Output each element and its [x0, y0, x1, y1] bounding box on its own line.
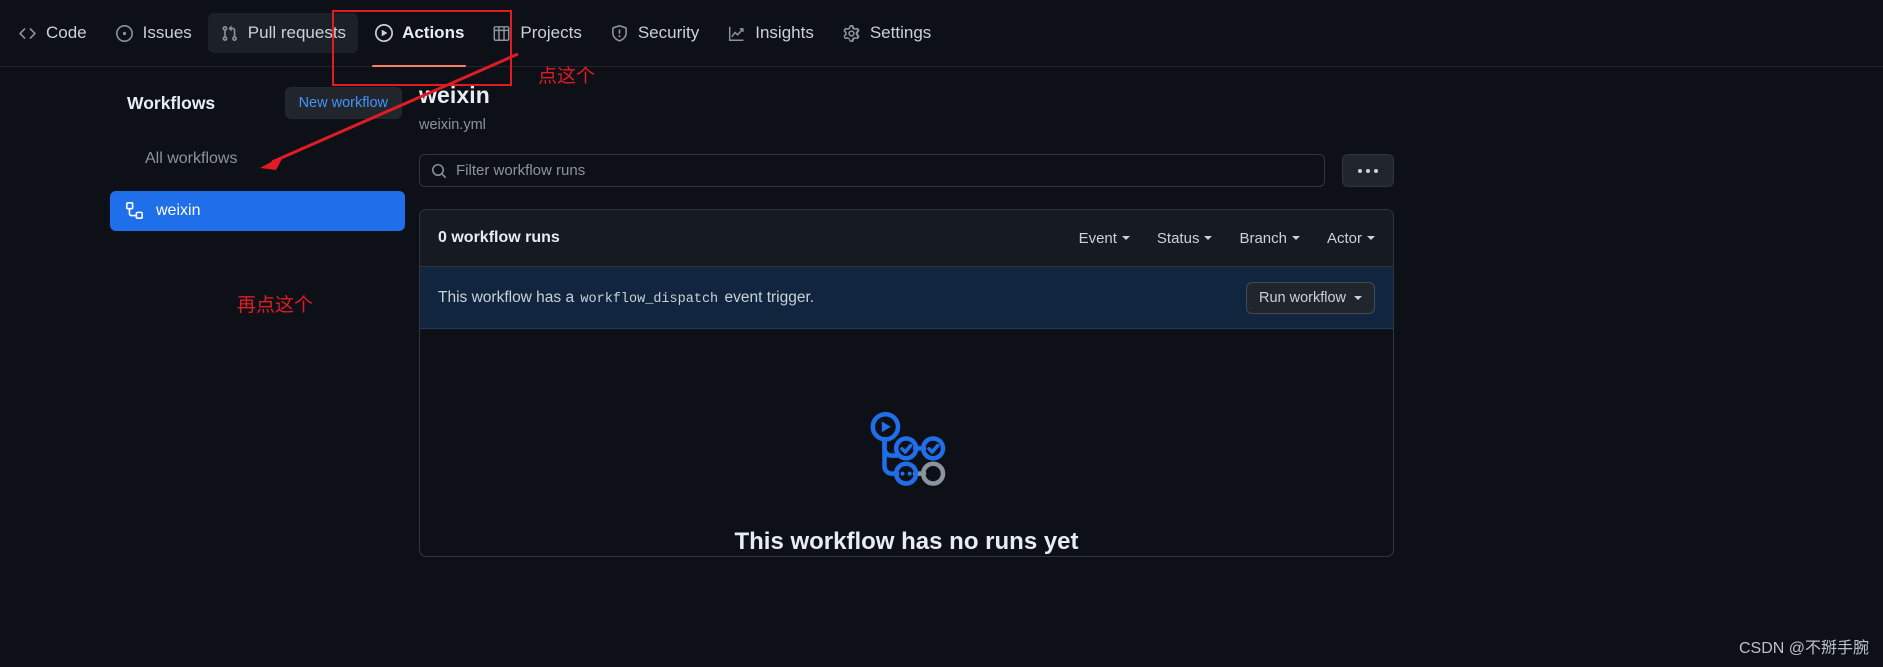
sidebar-item-all-workflows[interactable]: All workflows — [110, 140, 405, 177]
kebab-dot — [1358, 168, 1362, 173]
filter-workflow-runs-box[interactable] — [419, 154, 1325, 187]
new-workflow-button[interactable]: New workflow — [284, 87, 402, 119]
nav-label-issues: Issues — [142, 23, 192, 42]
filter-branch-label: Branch — [1239, 229, 1287, 247]
sidebar-item-label-weixin: weixin — [156, 202, 201, 219]
nav-label-settings: Settings — [869, 23, 932, 42]
sidebar-header: Workflows New workflow — [110, 82, 405, 124]
filter-event[interactable]: Event — [1079, 230, 1130, 247]
search-input[interactable] — [456, 162, 1313, 179]
annotation-note-bottom: 再点这个 — [237, 295, 314, 316]
issue-icon — [115, 24, 134, 43]
dispatch-prefix: This workflow has a — [438, 288, 575, 306]
sidebar-title: Workflows — [127, 92, 216, 113]
repo-nav: Code Issues Pull requests Actions Projec — [0, 0, 1883, 67]
nav-item-settings[interactable]: Settings — [830, 13, 943, 53]
more-options-button[interactable] — [1342, 154, 1394, 187]
workflow-main: weixin weixin.yml 0 workflow runs Even — [419, 82, 1879, 557]
play-icon — [374, 24, 393, 43]
filter-branch[interactable]: Branch — [1239, 230, 1300, 247]
nav-item-projects[interactable]: Projects — [480, 13, 593, 53]
nav-label-pull-requests: Pull requests — [247, 23, 347, 42]
filter-event-label: Event — [1078, 229, 1117, 247]
empty-state-title: This workflow has no runs yet — [734, 528, 1079, 555]
search-icon — [431, 163, 447, 179]
chevron-down-icon — [1204, 236, 1213, 240]
sidebar-item-weixin[interactable]: weixin — [110, 191, 405, 231]
runs-filter-group: Event Status Branch Actor — [1079, 230, 1375, 247]
nav-item-security[interactable]: Security — [598, 13, 711, 53]
nav-item-actions[interactable]: Actions — [362, 13, 476, 67]
filter-actor-label: Actor — [1326, 229, 1362, 247]
nav-item-code[interactable]: Code — [6, 13, 99, 53]
run-workflow-label: Run workflow — [1258, 289, 1346, 306]
workflow-runs-panel: 0 workflow runs Event Status Branch Acto… — [419, 209, 1394, 557]
shield-icon — [610, 24, 629, 43]
nav-label-insights: Insights — [755, 23, 814, 42]
filter-actor[interactable]: Actor — [1327, 230, 1375, 247]
graph-icon — [727, 24, 746, 43]
nav-label-code: Code — [46, 23, 87, 42]
nav-item-pull-requests[interactable]: Pull requests — [207, 13, 359, 53]
gear-icon — [842, 24, 861, 43]
dispatch-message: This workflow has a workflow_dispatch ev… — [438, 289, 814, 307]
pull-request-icon — [220, 24, 239, 43]
empty-state: This workflow has no runs yet — [420, 329, 1393, 556]
code-icon — [18, 24, 37, 43]
filter-row — [419, 154, 1879, 187]
page-title: weixin — [419, 82, 490, 108]
chevron-down-icon — [1291, 236, 1300, 240]
no-runs-illustration-icon — [862, 407, 952, 497]
filter-status-label: Status — [1156, 229, 1200, 247]
nav-item-insights[interactable]: Insights — [715, 13, 826, 53]
workflows-sidebar: Workflows New workflow All workflows wei… — [110, 82, 405, 236]
github-actions-page: Code Issues Pull requests Actions Projec — [0, 0, 1883, 667]
runs-count-label: 0 workflow runs — [438, 229, 560, 246]
workflow-runs-header: 0 workflow runs Event Status Branch Acto… — [420, 210, 1393, 267]
sidebar-item-label-all: All workflows — [145, 149, 238, 167]
sidebar-workflow-list: All workflows weixin — [110, 140, 405, 231]
filter-status[interactable]: Status — [1157, 230, 1213, 247]
dispatch-code: workflow_dispatch — [580, 291, 719, 307]
run-workflow-button[interactable]: Run workflow — [1245, 281, 1375, 314]
workflow-dispatch-banner: This workflow has a workflow_dispatch ev… — [420, 267, 1393, 329]
nav-label-actions: Actions — [402, 23, 465, 42]
watermark: CSDN @不掰手腕 — [1738, 640, 1869, 657]
dispatch-suffix: event trigger. — [724, 288, 815, 306]
workflow-icon — [126, 202, 144, 220]
nav-item-issues[interactable]: Issues — [103, 13, 204, 53]
kebab-dot — [1366, 168, 1370, 173]
table-icon — [492, 24, 511, 43]
workflow-filename: weixin.yml — [419, 117, 486, 133]
chevron-down-icon — [1121, 236, 1130, 240]
nav-label-projects: Projects — [520, 23, 582, 42]
chevron-down-icon — [1354, 295, 1362, 300]
chevron-down-icon — [1367, 236, 1375, 240]
kebab-dot — [1374, 168, 1378, 173]
nav-label-security: Security — [637, 23, 700, 42]
